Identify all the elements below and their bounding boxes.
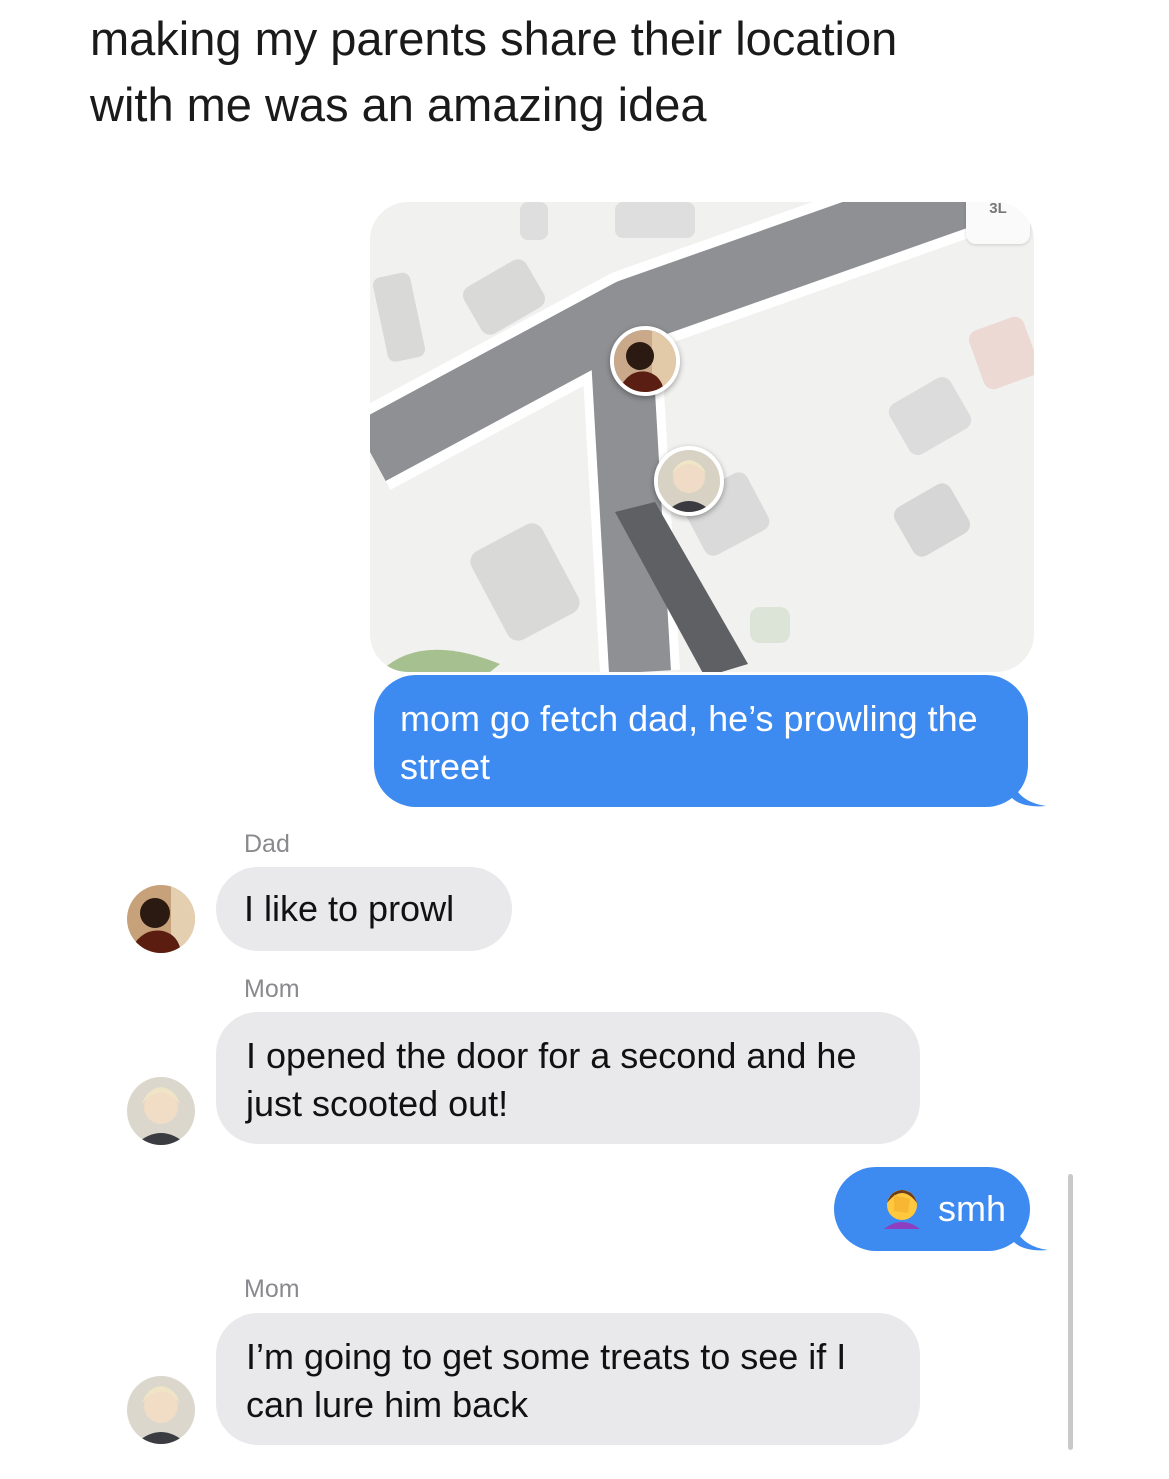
scrollbar[interactable] <box>1068 1174 1073 1450</box>
sent-message-bubble[interactable]: smh <box>834 1167 1030 1251</box>
mom-location-pin[interactable] <box>654 446 724 516</box>
sender-label-dad: Dad <box>244 830 290 858</box>
dad-location-pin[interactable] <box>610 326 680 396</box>
caption-line-2: with me was an amazing idea <box>90 78 707 131</box>
received-message-bubble[interactable]: I like to prowl <box>216 867 512 951</box>
mom-avatar-icon <box>127 1376 195 1444</box>
message-text: I opened the door for a second and he ju… <box>246 1035 857 1124</box>
mom-avatar-icon <box>127 1077 195 1145</box>
caption-line-1: making my parents share their location <box>90 12 898 65</box>
location-map[interactable]: 3L <box>370 202 1034 672</box>
map-canvas <box>370 202 1034 672</box>
sender-label-mom: Mom <box>244 1275 300 1303</box>
bubble-tail <box>1014 1224 1048 1251</box>
mom-avatar[interactable] <box>127 1077 195 1145</box>
mom-avatar-icon <box>658 450 720 512</box>
message-text: mom go fetch dad, he’s prowling the stre… <box>400 698 978 787</box>
bubble-tail <box>1012 780 1046 807</box>
dad-avatar[interactable] <box>127 885 195 953</box>
message-text: smh <box>937 1188 1006 1229</box>
mom-avatar[interactable] <box>127 1376 195 1444</box>
received-message-bubble[interactable]: I opened the door for a second and he ju… <box>216 1012 920 1144</box>
received-message-bubble[interactable]: I’m going to get some treats to see if I… <box>216 1313 920 1445</box>
message-text: I’m going to get some treats to see if I… <box>246 1336 847 1425</box>
map-corner-tag: 3L <box>966 202 1030 244</box>
dad-avatar-icon <box>127 885 195 953</box>
post-caption: making my parents share their location w… <box>90 6 1090 138</box>
dad-avatar-icon <box>614 330 676 392</box>
message-text: I like to prowl <box>244 888 455 929</box>
sent-message-bubble[interactable]: mom go fetch dad, he’s prowling the stre… <box>374 675 1028 807</box>
sender-label-mom: Mom <box>244 975 300 1003</box>
woman-facepalming-emoji <box>883 1190 920 1229</box>
